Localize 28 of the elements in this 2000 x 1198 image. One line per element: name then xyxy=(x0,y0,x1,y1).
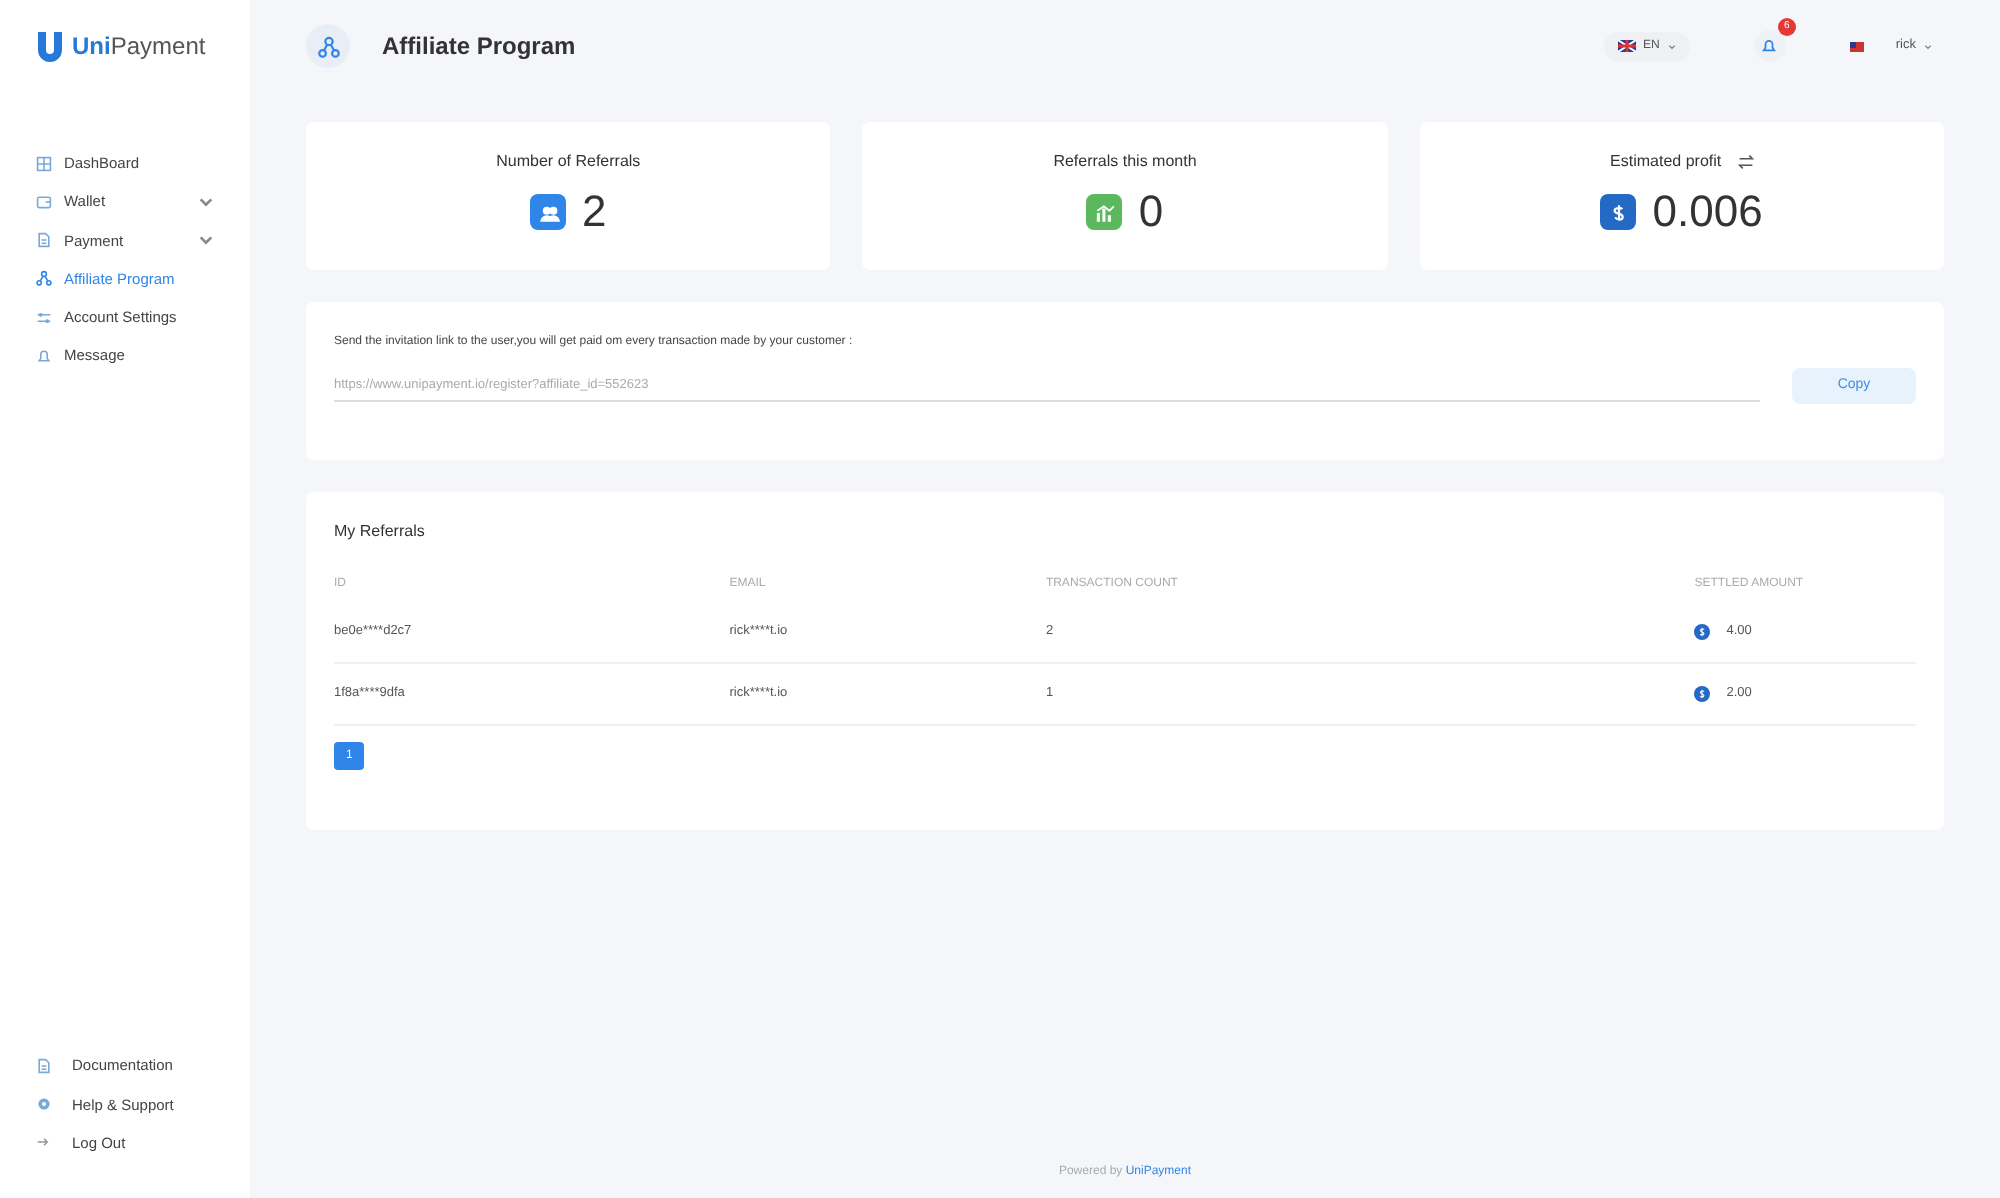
bell-icon[interactable] xyxy=(1753,30,1786,62)
page-title: Affiliate Program xyxy=(382,30,576,64)
section-title: My Referrals xyxy=(334,520,427,544)
logo-icon xyxy=(36,30,64,62)
bell-icon xyxy=(36,347,52,364)
chevron-down-icon xyxy=(1924,43,1932,49)
stat-label: Referrals this month xyxy=(1053,150,1197,174)
document-icon xyxy=(36,1057,52,1074)
flag-icon xyxy=(1617,40,1636,52)
stat-value: 0.006 xyxy=(1652,190,1763,234)
stat-label: Estimated profit xyxy=(1610,150,1722,174)
wallet-icon xyxy=(36,193,52,210)
gear-icon xyxy=(36,1096,52,1113)
brand-name: UniPayment xyxy=(72,30,206,64)
stat-label: Number of Referrals xyxy=(496,150,641,174)
grid-icon xyxy=(36,155,52,172)
stat-value: 2 xyxy=(582,190,607,234)
network-icon xyxy=(36,270,52,287)
chevron-down-icon xyxy=(1667,43,1676,49)
swap-icon[interactable] xyxy=(1737,154,1754,170)
sliders-icon xyxy=(36,309,52,326)
document-icon xyxy=(36,232,52,249)
network-icon xyxy=(306,24,350,68)
flag-icon xyxy=(1849,41,1864,51)
coin-icon xyxy=(1694,624,1711,640)
coin-icon xyxy=(1694,686,1711,702)
stat-value: 0 xyxy=(1138,190,1164,234)
logout-icon xyxy=(36,1134,52,1151)
